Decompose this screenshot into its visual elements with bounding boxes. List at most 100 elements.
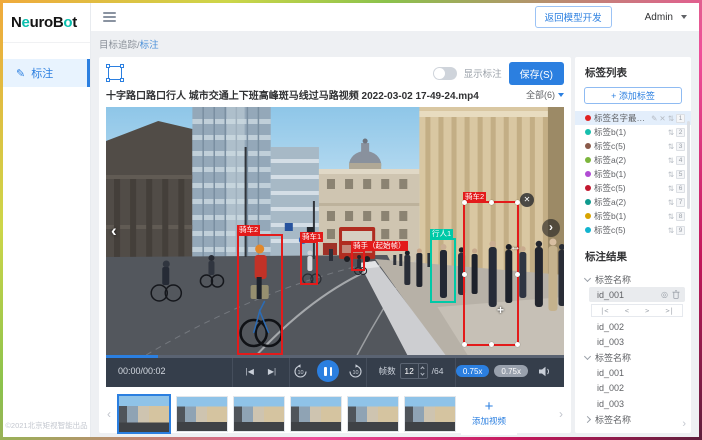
chevron-down-icon <box>584 353 591 360</box>
progress-bar[interactable] <box>106 355 564 358</box>
forward-10-icon[interactable]: 10 <box>348 364 363 379</box>
speed-pill[interactable]: 0.75x <box>494 365 528 377</box>
delete-box-icon[interactable]: ✕ <box>520 193 534 207</box>
trash-icon[interactable] <box>672 290 680 299</box>
add-video-button[interactable]: + 添加视频 <box>461 393 517 435</box>
frame-stepper <box>418 364 427 378</box>
step-up-icon[interactable] <box>419 364 427 371</box>
next-video-icon[interactable]: › <box>542 219 560 237</box>
label-name: 标签b(1) <box>594 210 665 222</box>
delete-icon[interactable]: ✕ <box>659 114 665 123</box>
add-label-button[interactable]: + 添加标签 <box>584 87 682 104</box>
resize-handle[interactable] <box>515 272 520 277</box>
next-frame-icon[interactable]: > <box>645 307 649 315</box>
shortcut-key-badge: 4 <box>676 156 685 165</box>
edit-icon[interactable]: ✎ <box>651 114 657 123</box>
resize-handle[interactable] <box>515 342 520 347</box>
result-item[interactable]: id_003 <box>589 335 685 350</box>
swap-icon: ⇅ <box>668 156 674 165</box>
shortcut-key-badge: 5 <box>676 170 685 179</box>
step-down-icon[interactable] <box>419 371 427 378</box>
video-filter-dropdown[interactable]: 全部(6) <box>526 88 564 101</box>
annotation-box[interactable]: 骑车2 <box>237 234 283 355</box>
result-item[interactable]: id_001 <box>589 365 685 380</box>
result-group[interactable]: 标签名称 <box>575 271 691 286</box>
frame-number-input[interactable]: 12 <box>400 363 428 379</box>
annotation-box[interactable]: 骑车1 <box>300 241 318 285</box>
prev-frame-icon[interactable]: |◀ <box>246 367 254 376</box>
sidebar-item-annotation[interactable]: ✎ 标注 <box>3 59 90 87</box>
save-button[interactable]: 保存(S) <box>509 62 564 85</box>
result-item[interactable]: id_003 <box>589 396 685 411</box>
video-thumbnail[interactable] <box>347 396 399 432</box>
label-row[interactable]: 标签a(2) ⇅4 <box>575 153 691 167</box>
locate-icon[interactable]: ◎ <box>661 290 668 299</box>
prev-frame-icon[interactable]: < <box>625 307 629 315</box>
logo-letter: B <box>53 14 64 31</box>
label-name: 标签a(2) <box>594 196 665 208</box>
result-item[interactable]: id_002 <box>589 381 685 396</box>
prev-video-icon[interactable]: ‹ <box>111 221 117 241</box>
thumbs-next-icon[interactable]: › <box>558 407 564 421</box>
result-id: id_001 <box>597 290 624 300</box>
label-row[interactable]: 标签c(5) ⇅6 <box>575 181 691 195</box>
first-frame-icon[interactable]: |< <box>600 307 608 315</box>
scrollbar[interactable] <box>687 121 690 209</box>
user-name[interactable]: Admin <box>645 12 673 23</box>
label-row[interactable]: 标签b(1) ⇅8 <box>575 209 691 223</box>
caret-down-icon[interactable] <box>681 15 687 19</box>
label-row[interactable]: 标签b(1) ⇅5 <box>575 167 691 181</box>
annotation-box[interactable]: 行人1 <box>430 238 456 303</box>
toggle-knob <box>434 68 445 79</box>
video-thumbnail[interactable] <box>176 396 228 432</box>
last-frame-icon[interactable]: >| <box>665 307 673 315</box>
label-row[interactable]: 标签b(1) ⇅2 <box>575 125 691 139</box>
pause-button[interactable] <box>317 360 339 382</box>
result-group[interactable]: 标签名称 <box>575 350 691 365</box>
replay-10-icon[interactable]: 10 <box>293 364 308 379</box>
label-row[interactable]: 标签名字最长数... ✎✕⇅1 <box>575 111 691 125</box>
label-row[interactable]: 标签c(5) ⇅3 <box>575 139 691 153</box>
app-window: NeuroBot ✎ 标注 ©2021北京矩视智能出品 返回模型开发 Admin… <box>3 3 699 437</box>
title-row: 十字路口路口行人 城市交通上下班高峰斑马线过马路视频 2022-03-02 17… <box>106 87 564 102</box>
sidebar: NeuroBot ✎ 标注 ©2021北京矩视智能出品 <box>3 3 91 437</box>
resize-handle[interactable] <box>462 272 467 277</box>
label-color-dot <box>585 157 591 163</box>
resize-handle[interactable] <box>489 200 494 205</box>
resize-handle[interactable] <box>462 200 467 205</box>
avatar[interactable] <box>620 9 637 26</box>
next-frame-icon[interactable]: ▶| <box>268 367 276 376</box>
thumbs-prev-icon[interactable]: ‹ <box>106 407 112 421</box>
video-thumbnail[interactable] <box>404 396 456 432</box>
video-canvas[interactable]: 骑车2 骑车1 骑手（起始帧） 行人1 骑车2 <box>106 107 564 355</box>
show-annotation-toggle[interactable] <box>433 67 457 80</box>
pencil-icon: ✎ <box>16 67 25 80</box>
breadcrumb-parent[interactable]: 目标追踪 <box>99 40 137 51</box>
collapse-sidebar-icon[interactable] <box>103 10 116 24</box>
shortcut-key-badge: 8 <box>676 212 685 221</box>
result-id: id_003 <box>597 337 624 347</box>
annotation-box-selected[interactable]: 骑车2 ✕ <box>463 201 519 346</box>
label-color-dot <box>585 171 591 177</box>
progress-fill <box>106 355 158 358</box>
screenshot-frame: NeuroBot ✎ 标注 ©2021北京矩视智能出品 返回模型开发 Admin… <box>0 0 702 440</box>
video-thumbnail[interactable] <box>290 396 342 432</box>
result-item-selected[interactable]: id_001 ◎ <box>589 287 685 302</box>
result-item[interactable]: id_002 <box>589 319 685 334</box>
video-thumbnail[interactable] <box>233 396 285 432</box>
bbox-tool-icon[interactable] <box>108 66 122 80</box>
label-row[interactable]: 标签c(5) ⇅9 <box>575 223 691 237</box>
speed-pill-active[interactable]: 0.75x <box>456 365 490 377</box>
video-thumbnail-selected[interactable] <box>117 394 171 434</box>
volume-icon[interactable] <box>539 366 552 377</box>
group-name: 标签名称 <box>595 351 631 364</box>
frame-number-value[interactable]: 12 <box>401 364 418 378</box>
result-group-collapsed[interactable]: 标签名称 <box>575 412 691 427</box>
label-color-dot <box>585 115 591 121</box>
resize-handle[interactable] <box>462 342 467 347</box>
panel-more-icon[interactable]: › <box>682 418 686 430</box>
resize-handle[interactable] <box>489 342 494 347</box>
back-to-model-dev-button[interactable]: 返回模型开发 <box>535 6 612 28</box>
label-row[interactable]: 标签a(2) ⇅7 <box>575 195 691 209</box>
annotation-box[interactable]: 骑手（起始帧） <box>351 250 365 271</box>
